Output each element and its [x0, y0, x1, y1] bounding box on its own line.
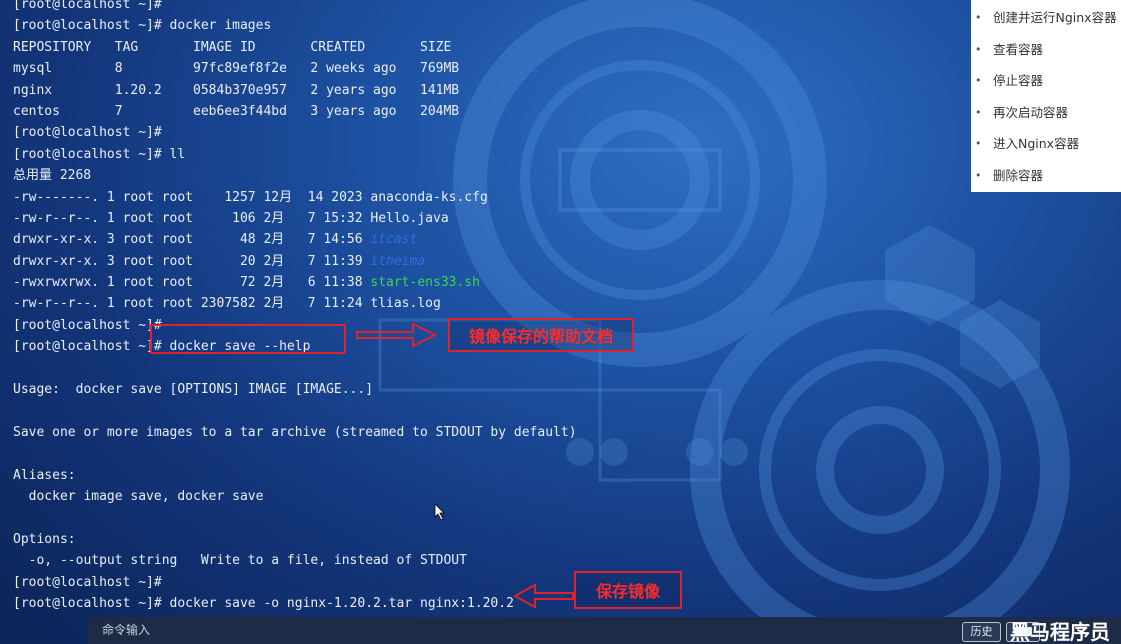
terminal-line: drwxr-xr-x. 3 root root 48 2月 7 14:56 it… [13, 229, 973, 250]
terminal-line: nginx 1.20.2 0584b370e957 2 years ago 14… [13, 82, 460, 98]
terminal-line: Aliases: [13, 467, 76, 483]
terminal-line: -rw-r--r--. 1 root root 106 2月 7 15:32 H… [13, 210, 449, 226]
terminal-line: Options: [13, 531, 76, 547]
command-input[interactable]: 命令输入 [102, 617, 150, 644]
terminal-line: REPOSITORY TAG IMAGE ID CREATED SIZE [13, 39, 452, 55]
terminal-line: -rw-------. 1 root root 1257 12月 14 2023… [13, 189, 488, 205]
menu-item-enter-nginx[interactable]: • 进入Nginx容器 [971, 134, 1121, 154]
menu-item-stop-container[interactable]: • 停止容器 [971, 71, 1121, 91]
terminal-line: [root@localhost ~]# docker images [13, 18, 272, 34]
terminal-line: [root@localhost ~]# ll [13, 146, 186, 162]
brand-watermark: 黑马程序员 [1010, 620, 1110, 644]
menu-item-label: 查看容器 [993, 42, 1044, 57]
menu-item-view-containers[interactable]: • 查看容器 [971, 40, 1121, 60]
terminal-line: [root@localhost ~]# [13, 125, 162, 141]
ls-prefix: drwxr-xr-x. 3 root root 20 2月 7 11:39 [13, 253, 371, 269]
mouse-pointer-icon [434, 503, 445, 521]
terminal-line: drwxr-xr-x. 3 root root 20 2月 7 11:39 it… [13, 251, 973, 272]
history-button[interactable]: 历史 [962, 622, 1001, 642]
bullet-icon: • [975, 11, 982, 24]
menu-item-label: 再次启动容器 [993, 105, 1069, 120]
desktop-background: [root@localhost ~]# [root@localhost ~]# … [0, 0, 1121, 644]
bullet-icon: • [975, 106, 982, 119]
bullet-icon: • [975, 43, 982, 56]
menu-item-delete-container[interactable]: • 删除容器 [971, 166, 1121, 186]
terminal-line: centos 7 eeb6ee3f44bd 3 years ago 204MB [13, 103, 460, 119]
terminal-line: -o, --output string Write to a file, ins… [13, 553, 467, 569]
terminal-line: docker image save, docker save [13, 488, 264, 504]
terminal-line: -rw-r--r--. 1 root root 2307582 2月 7 11:… [13, 296, 441, 312]
help-command-highlight-box [150, 324, 346, 354]
menu-item-label: 停止容器 [993, 73, 1044, 88]
bullet-icon: • [975, 137, 982, 150]
terminal-line: [root@localhost ~]# docker save -o nginx… [13, 595, 514, 611]
bullet-icon: • [975, 169, 982, 182]
command-bar: 命令输入 历史 [88, 617, 1121, 644]
terminal-line: Save one or more images to a tar archive… [13, 424, 577, 440]
terminal-line: Usage: docker save [OPTIONS] IMAGE [IMAG… [13, 382, 374, 398]
red-arrow-icon [513, 583, 574, 609]
menu-item-restart-container[interactable]: • 再次启动容器 [971, 103, 1121, 123]
menu-item-label: 删除容器 [993, 168, 1044, 183]
directory-name: itcast [370, 232, 418, 248]
save-image-annotation-label: 保存镜像 [574, 571, 682, 609]
help-doc-annotation-label: 镜像保存的帮助文档 [448, 318, 634, 352]
bullet-icon: • [975, 74, 982, 87]
executable-name: start-ens33.sh [370, 275, 480, 291]
terminal-output: [root@localhost ~]# [root@localhost ~]# … [13, 0, 973, 614]
menu-item-label: 进入Nginx容器 [993, 136, 1080, 151]
terminal-line: mysql 8 97fc89ef8f2e 2 weeks ago 769MB [13, 61, 460, 77]
menu-item-label: 创建并运行Nginx容器 [993, 10, 1117, 25]
terminal-line: 总用量 2268 [13, 168, 92, 184]
directory-name: itheima [370, 253, 426, 269]
outline-menu: • 创建并运行Nginx容器 • 查看容器 • 停止容器 • 再次启动容器 • 进入Ngi… [971, 0, 1121, 192]
ls-prefix: -rwxrwxrwx. 1 root root 72 2月 6 11:38 [13, 275, 371, 291]
terminal-line: [root@localhost ~]# [13, 0, 170, 12]
red-arrow-icon [356, 322, 437, 348]
terminal-line: -rwxrwxrwx. 1 root root 72 2月 6 11:38 st… [13, 272, 973, 293]
menu-item-create-run-nginx[interactable]: • 创建并运行Nginx容器 [971, 8, 1121, 28]
ls-prefix: drwxr-xr-x. 3 root root 48 2月 7 14:56 [13, 232, 371, 248]
terminal-line: [root@localhost ~]# [13, 574, 162, 590]
